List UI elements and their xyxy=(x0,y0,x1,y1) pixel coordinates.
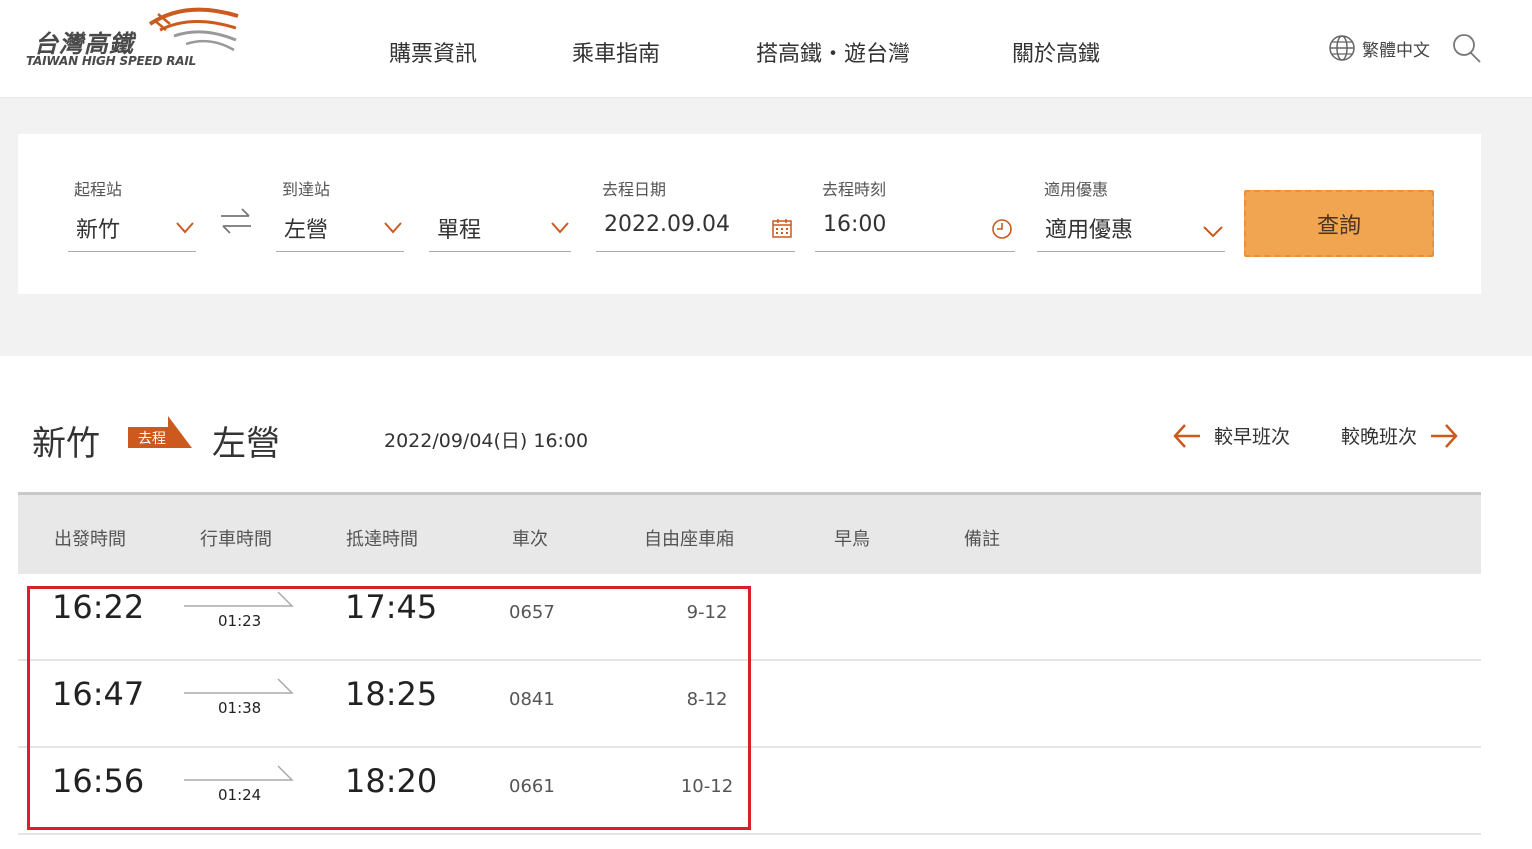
arrival-time: 18:25 xyxy=(345,675,438,713)
nav-travel-guide[interactable]: 乘車指南 xyxy=(572,36,660,68)
route-from: 新竹 xyxy=(32,424,100,464)
clock-icon[interactable] xyxy=(991,218,1013,240)
swap-stations-icon[interactable] xyxy=(218,206,254,236)
duration-arrow-icon xyxy=(184,765,294,781)
timetable-header: 出發時間 行車時間 抵達時間 車次 自由座車廂 早鳥 備註 xyxy=(18,492,1481,574)
departure-time: 16:56 xyxy=(52,762,145,800)
train-number: 0661 xyxy=(509,776,555,797)
badge-label: 去程 xyxy=(138,431,166,447)
logo-swoosh-icon xyxy=(148,7,239,52)
col-train-no: 車次 xyxy=(512,529,548,550)
route-to: 左營 xyxy=(212,424,280,464)
train-number: 0657 xyxy=(509,602,555,623)
outbound-badge: 去程 xyxy=(128,416,192,454)
route-datetime: 2022/09/04(日) 16:00 xyxy=(384,430,589,452)
non-reserved-cars: 8-12 xyxy=(686,689,728,710)
route-heading: 新竹 去程 左營 2022/09/04(日) 16:00 較早班次 較晚班次 xyxy=(0,400,1532,480)
discount-value: 適用優惠 xyxy=(1045,218,1134,243)
nav-ticket-info[interactable]: 購票資訊 xyxy=(389,36,477,68)
duration: 01:24 xyxy=(184,756,294,806)
train-number: 0841 xyxy=(509,689,555,710)
table-row[interactable]: 16:56 01:24 18:20 0661 10-12 xyxy=(18,748,1481,835)
origin-value: 新竹 xyxy=(76,218,121,243)
non-reserved-cars: 10-12 xyxy=(680,776,734,797)
discount-select[interactable]: 適用優惠 xyxy=(1037,206,1225,252)
later-trains-label: 較晚班次 xyxy=(1341,426,1418,448)
col-departure: 出發時間 xyxy=(54,529,126,550)
departure-time: 16:22 xyxy=(52,588,145,626)
destination-select[interactable]: 左營 xyxy=(276,206,404,252)
arrival-time: 18:20 xyxy=(345,762,438,800)
later-trains-button[interactable]: 較晚班次 xyxy=(1341,422,1459,449)
search-form: 起程站 新竹 到達站 左營 單程 去程日期 2022.09.04 去程時刻 16… xyxy=(18,134,1481,294)
col-remarks: 備註 xyxy=(964,529,1000,550)
chevron-down-icon xyxy=(1203,226,1223,238)
date-value: 2022.09.04 xyxy=(604,212,730,237)
earlier-trains-button[interactable]: 較早班次 xyxy=(1172,422,1290,449)
discount-label: 適用優惠 xyxy=(1044,180,1109,199)
search-band: 起程站 新竹 到達站 左營 單程 去程日期 2022.09.04 去程時刻 16… xyxy=(0,98,1532,356)
destination-label: 到達站 xyxy=(282,180,331,199)
col-arrival: 抵達時間 xyxy=(346,529,418,550)
origin-label: 起程站 xyxy=(74,180,123,199)
date-label: 去程日期 xyxy=(602,180,667,199)
duration: 01:38 xyxy=(184,669,294,719)
col-early-bird: 早鳥 xyxy=(834,529,870,550)
table-row[interactable]: 16:22 01:23 17:45 0657 9-12 xyxy=(18,574,1481,661)
departure-time: 16:47 xyxy=(52,675,145,713)
arrow-right-icon xyxy=(1431,423,1458,448)
chevron-down-icon xyxy=(176,222,194,234)
query-button[interactable]: 查詢 xyxy=(1244,190,1434,257)
duration: 01:23 xyxy=(184,582,294,632)
arrival-time: 17:45 xyxy=(345,588,438,626)
duration-value: 01:38 xyxy=(218,699,262,717)
origin-select[interactable]: 新竹 xyxy=(68,206,196,252)
trip-type-value: 單程 xyxy=(437,218,482,243)
trip-type-select[interactable]: 單程 xyxy=(429,206,571,252)
time-label: 去程時刻 xyxy=(822,180,887,199)
language-selector[interactable]: 繁體中文 xyxy=(1328,34,1430,62)
language-label: 繁體中文 xyxy=(1362,40,1430,61)
chevron-down-icon xyxy=(384,222,402,234)
duration-arrow-icon xyxy=(184,591,294,607)
duration-arrow-icon xyxy=(184,678,294,694)
globe-icon xyxy=(1329,35,1355,61)
time-input[interactable]: 16:00 xyxy=(815,206,1015,252)
earlier-trains-label: 較早班次 xyxy=(1214,426,1291,448)
duration-value: 01:23 xyxy=(218,612,262,630)
duration-value: 01:24 xyxy=(218,786,262,804)
date-input[interactable]: 2022.09.04 xyxy=(596,206,795,252)
time-value: 16:00 xyxy=(823,212,887,237)
thsr-logo[interactable]: 台灣高鐵 TAIWAN HIGH SPEED RAIL xyxy=(24,6,244,72)
destination-value: 左營 xyxy=(284,218,329,243)
non-reserved-cars: 9-12 xyxy=(686,602,728,623)
logo-name-en: TAIWAN HIGH SPEED RAIL xyxy=(26,54,197,68)
nav-tour-taiwan[interactable]: 搭高鐵・遊台灣 xyxy=(756,36,910,68)
chevron-down-icon xyxy=(551,222,569,234)
col-non-reserved-cars: 自由座車廂 xyxy=(644,529,734,550)
calendar-icon[interactable] xyxy=(772,218,792,238)
arrow-left-icon xyxy=(1173,423,1200,448)
table-row[interactable]: 16:47 01:38 18:25 0841 8-12 xyxy=(18,661,1481,748)
search-icon[interactable] xyxy=(1452,32,1482,64)
site-header: 台灣高鐵 TAIWAN HIGH SPEED RAIL 購票資訊 乘車指南 搭高… xyxy=(0,0,1532,98)
nav-about[interactable]: 關於高鐵 xyxy=(1012,36,1100,68)
col-duration: 行車時間 xyxy=(200,529,272,550)
